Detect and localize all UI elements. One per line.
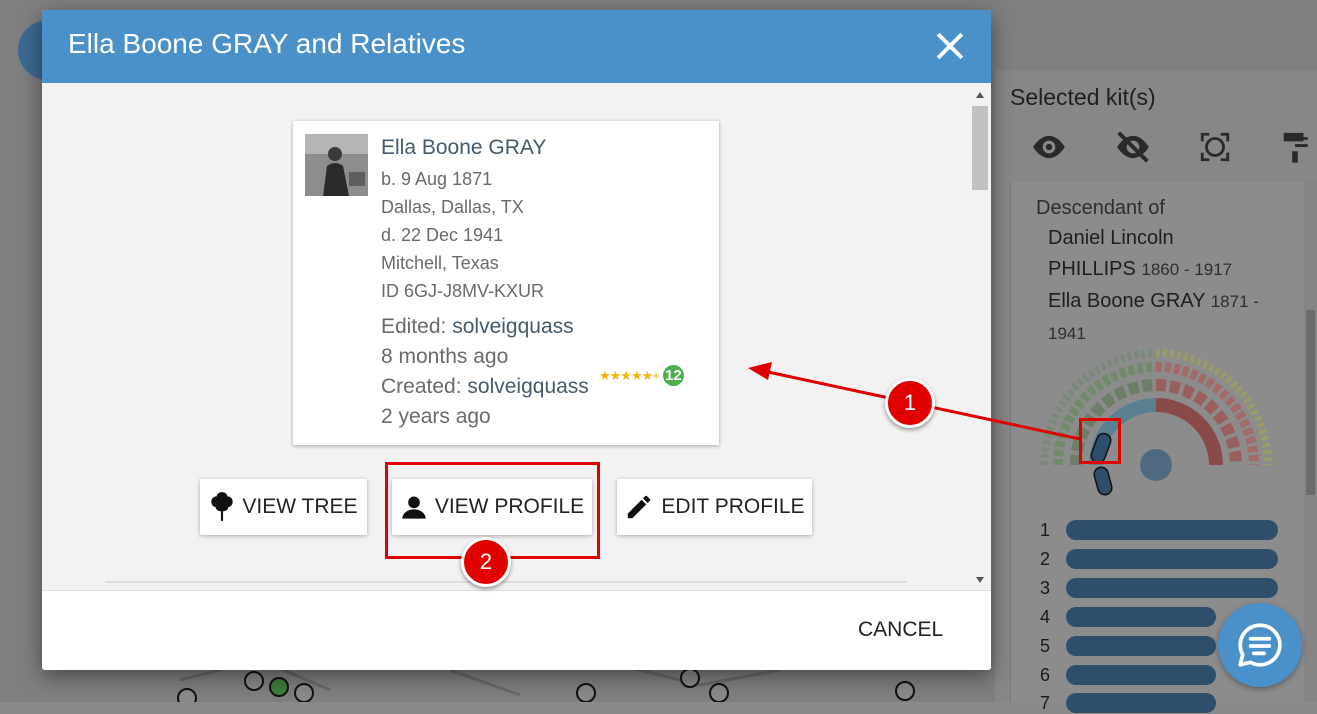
annotation-marker-1: 1 [885,378,935,428]
annotation-marker-2: 2 [461,537,511,587]
chat-icon [1238,623,1282,667]
annotation-arrow [748,362,1081,441]
chat-button[interactable] [1218,603,1302,687]
annotation-highlight-fan-segment [1079,418,1121,464]
